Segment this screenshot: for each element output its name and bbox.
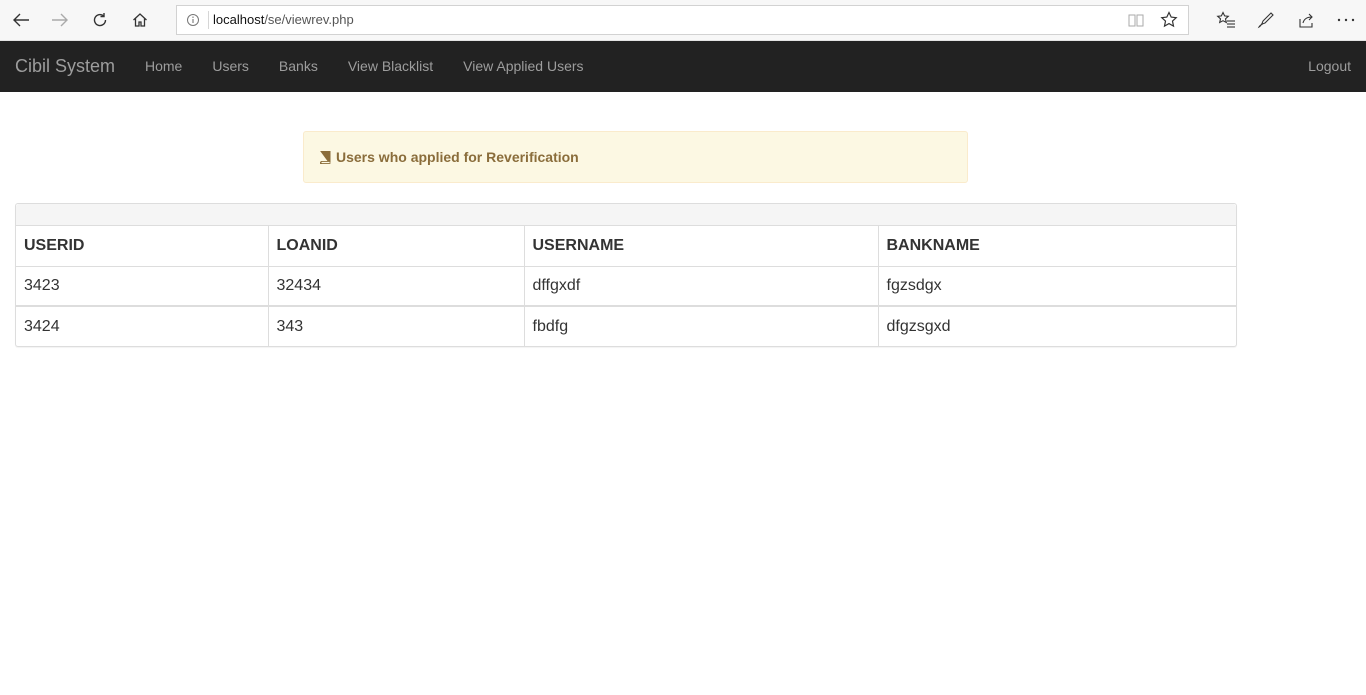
cell-loanid: 32434 [268,266,525,307]
url-path: /se/viewrev.php [264,12,354,27]
nav-view-blacklist[interactable]: View Blacklist [333,41,448,92]
cell-bankname: dfgzsgxd [886,317,951,335]
back-button[interactable] [8,8,34,32]
cell-userid: 3423 [16,266,269,307]
logout-link[interactable]: Logout [1308,41,1351,92]
cell-username: fbdfg [524,306,879,346]
book-icon [320,151,331,164]
home-button[interactable] [127,8,153,32]
alert-text: Users who applied for Reverification [336,149,579,165]
table-row: 3423 32434 dffgxdf fgzsdgx [16,266,1236,307]
refresh-button[interactable] [87,8,113,32]
share-icon [1299,13,1313,28]
refresh-icon [93,13,107,27]
more-dots-icon [1337,18,1355,22]
applied-users-table: USERID LOANID USERNAME BANKNAME 3423 324… [16,226,1236,346]
applied-users-panel: USERID LOANID USERNAME BANKNAME 3423 324… [15,203,1237,347]
column-header-username: USERNAME [524,226,879,267]
table-row: 3424 343 fbdfg dfgzsgxd [16,306,1236,346]
reading-view-icon[interactable] [1128,13,1144,28]
nav-links: Home Users Banks View Blacklist View App… [130,41,599,92]
address-divider [208,11,209,29]
table-header-row: USERID LOANID USERNAME BANKNAME [16,226,1236,267]
favorites-list-icon [1216,11,1235,28]
nav-home[interactable]: Home [130,41,197,92]
url-text[interactable]: localhost/se/viewrev.php [213,12,354,28]
address-bar[interactable]: localhost/se/viewrev.php [176,5,1189,35]
pen-icon [1257,12,1274,29]
site-navbar: Cibil System Home Users Banks View Black… [0,41,1366,92]
home-icon [133,13,147,27]
favorites-button[interactable] [1215,10,1237,30]
cell-loanid: 343 [268,306,525,346]
arrow-right-icon [52,13,68,27]
panel-heading [16,204,1236,226]
notes-button[interactable] [1255,10,1277,30]
share-button[interactable] [1295,10,1317,30]
arrow-left-icon [13,13,29,27]
url-host: localhost [213,12,265,27]
forward-button[interactable] [47,8,73,32]
nav-users[interactable]: Users [197,41,264,92]
more-button[interactable] [1335,10,1357,30]
nav-view-applied-users[interactable]: View Applied Users [448,41,598,92]
nav-banks[interactable]: Banks [264,41,333,92]
browser-toolbar: localhost/se/viewrev.php [0,0,1366,41]
reverification-alert: Users who applied for Reverification [303,131,968,183]
cell-username: dffgxdf [524,266,879,307]
cell-userid: 3424 [16,306,269,346]
info-icon[interactable] [186,13,200,27]
column-header-loanid: LOANID [268,226,525,267]
brand-link[interactable]: Cibil System [15,56,115,76]
cell-bankname: fgzsdgx [878,266,1236,307]
column-header-userid: USERID [16,226,269,267]
star-icon[interactable] [1160,11,1178,29]
column-header-bankname: BANKNAME [878,226,1236,267]
